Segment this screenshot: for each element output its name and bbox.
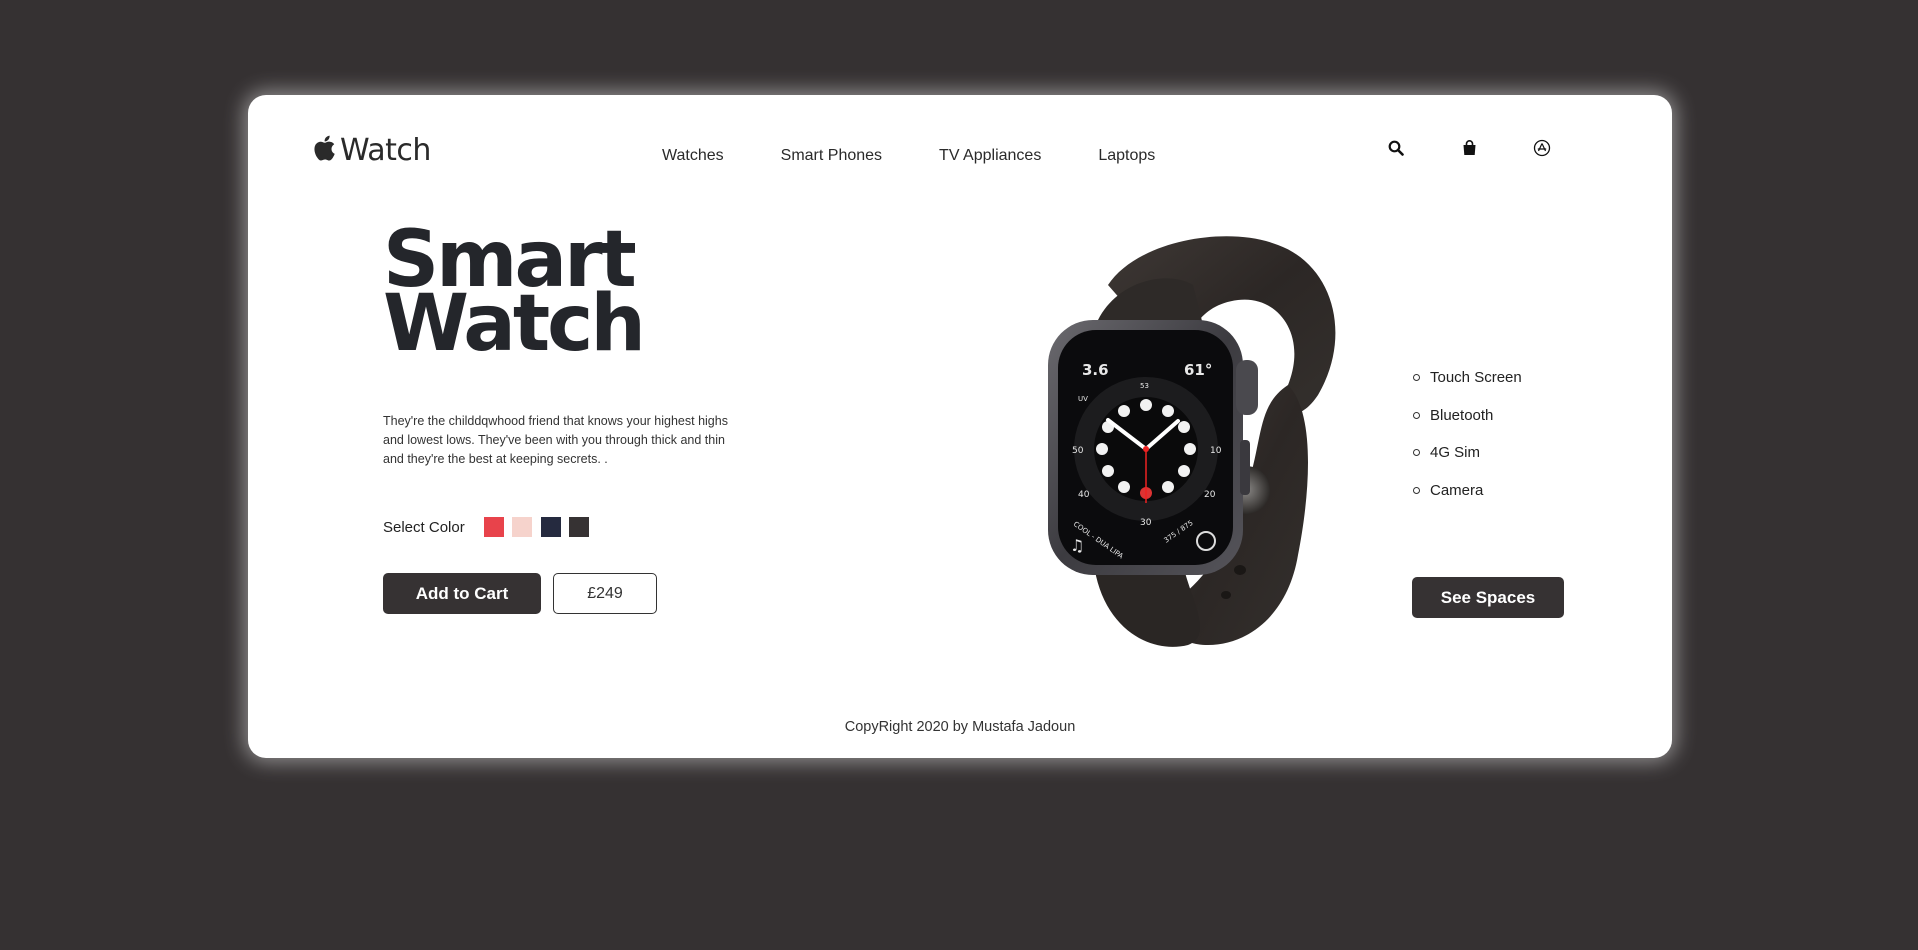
main-nav: Watches Smart Phones TV Appliances Lapto… [662,147,1155,165]
price-button[interactable]: £249 [553,573,657,614]
complication-top-left: 3.6 [1082,361,1109,379]
feature-label: 4G Sim [1430,444,1481,462]
color-selector: Select Color [383,517,598,537]
nav-laptops[interactable]: Laptops [1098,147,1155,165]
feature-item: Touch Screen [1413,359,1522,397]
dial-lower-left-num: 40 [1078,490,1090,500]
feature-list: Touch Screen Bluetooth 4G Sim Camera [1413,359,1522,509]
dial-left-num: 50 [1072,446,1084,456]
see-specs-button[interactable]: See Spaces [1412,577,1564,618]
add-to-cart-button[interactable]: Add to Cart [383,573,541,614]
nav-watches[interactable]: Watches [662,147,724,165]
nav-smart-phones[interactable]: Smart Phones [781,147,882,165]
color-swatch-red[interactable] [483,517,504,537]
dial-top-mid: 53 [1140,382,1149,390]
bullet-icon [1413,449,1420,457]
select-color-label: Select Color [383,518,465,536]
search-icon[interactable] [1386,138,1406,158]
dial-bottom-num: 30 [1140,518,1152,528]
page-title: Smart Watch [383,221,646,369]
brand-logo[interactable]: Watch [312,133,431,168]
shopping-bag-icon[interactable] [1459,138,1479,158]
color-swatch-pink[interactable] [512,517,533,537]
main-card: Watch Watches Smart Phones TV Appliances… [248,95,1672,758]
complication-top-right: 61° [1184,361,1212,379]
title-line-2: Watch [383,279,646,369]
dial-right-num: 10 [1210,446,1222,456]
dial-lower-right-num: 20 [1204,490,1216,500]
nav-tv-appliances[interactable]: TV Appliances [939,147,1041,165]
product-image: 3.6 61° 50 10 40 20 30 53 UV COOL - DUA … [978,225,1358,655]
color-swatch-black[interactable] [569,517,590,537]
dial-uv: UV [1078,395,1088,403]
bullet-icon [1413,374,1420,382]
app-store-icon[interactable] [1532,138,1552,158]
feature-label: Bluetooth [1430,406,1494,424]
bullet-icon [1413,486,1420,494]
feature-label: Camera [1430,481,1484,499]
header-icons [1386,138,1552,158]
product-description: They're the childdqwhood friend that kno… [383,414,728,466]
bullet-icon [1413,411,1420,419]
color-swatch-navy[interactable] [540,517,561,537]
feature-item: Camera [1413,472,1522,510]
music-note-icon: ♫ [1070,536,1084,555]
feature-item: 4G Sim [1413,434,1522,472]
apple-icon [312,133,340,168]
feature-item: Bluetooth [1413,397,1522,435]
footer-copyright: CopyRight 2020 by Mustafa Jadoun [844,719,1076,735]
logo-text: Watch [340,133,431,168]
feature-label: Touch Screen [1430,369,1522,387]
